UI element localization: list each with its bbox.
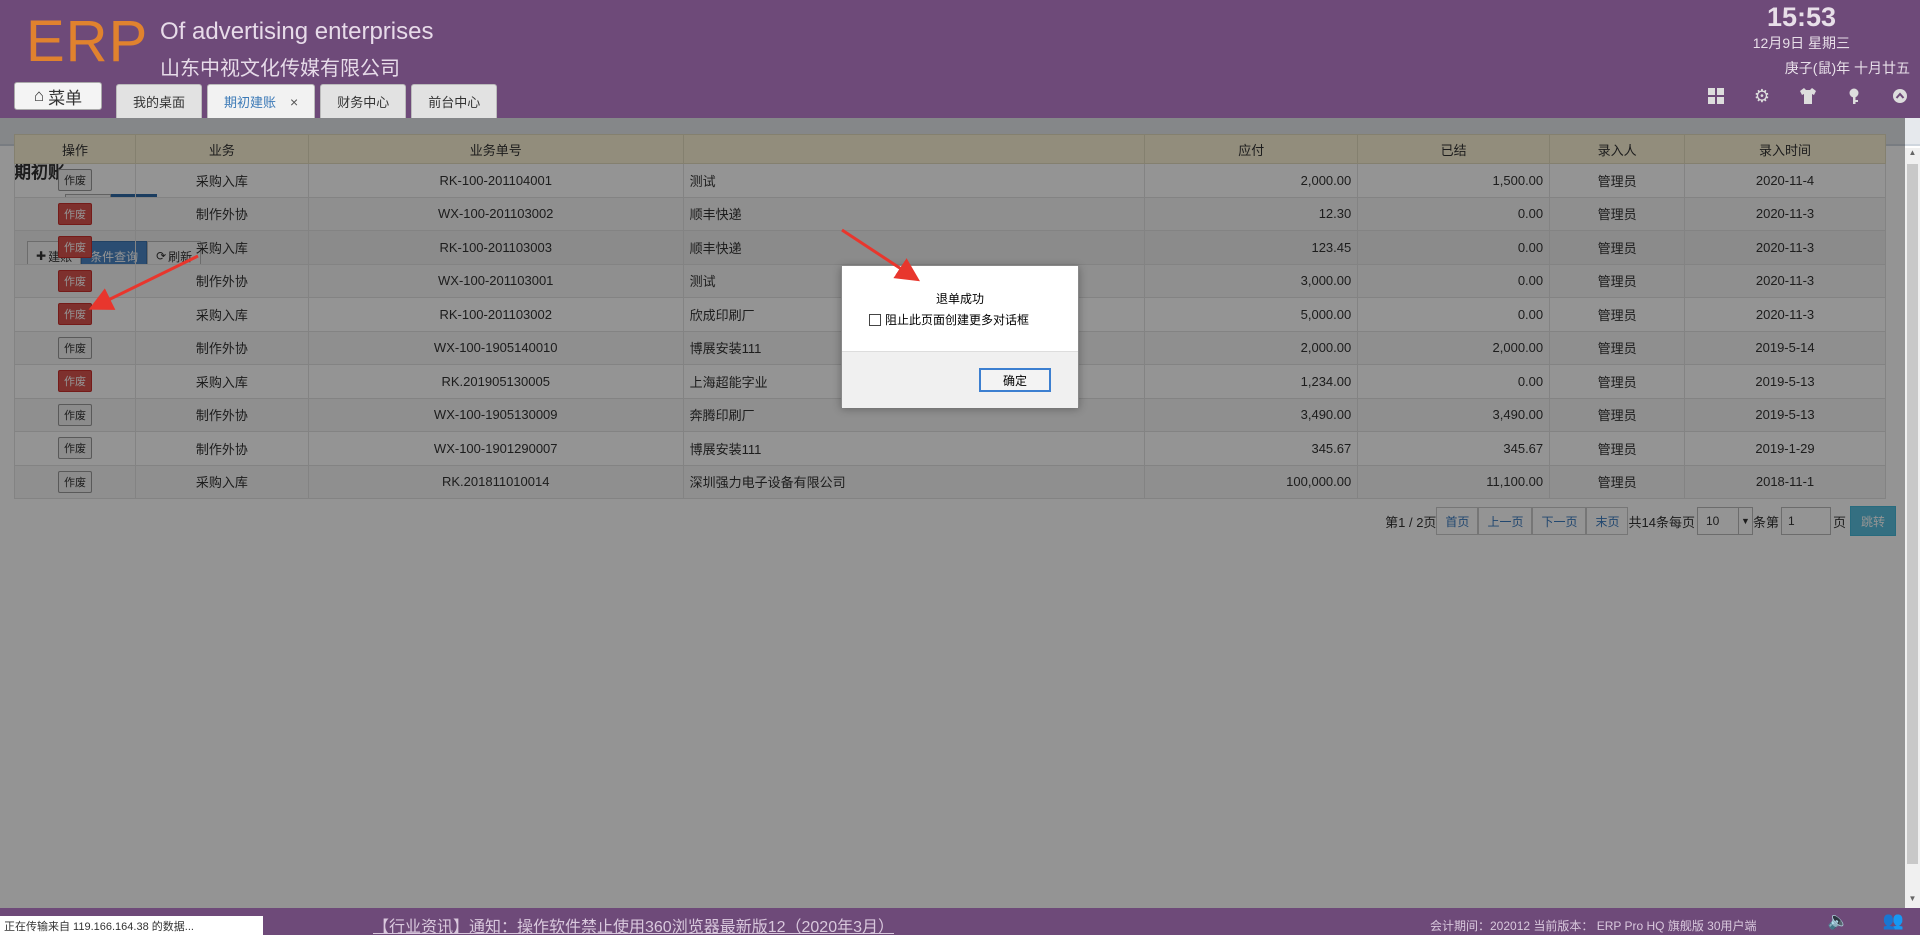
header-icons: ⚙: [1706, 86, 1910, 106]
menu-label: 菜单: [48, 88, 83, 108]
company-name-en: Of advertising enterprises: [160, 18, 434, 45]
tab-finance-center[interactable]: 财务中心: [320, 84, 407, 118]
users-icon[interactable]: 👥: [1883, 911, 1904, 931]
tab-label: 前台中心: [428, 95, 481, 110]
tab-label: 财务中心: [337, 95, 390, 110]
alert-dialog: 退单成功 阻止此页面创建更多对话框 确定: [841, 265, 1079, 408]
menu-button[interactable]: ⌂ 菜单: [14, 82, 102, 110]
clock-date: 12月9日 星期三: [1752, 35, 1850, 51]
suppress-dialogs-checkbox[interactable]: 阻止此页面创建更多对话框: [869, 311, 1029, 328]
vertical-scrollbar[interactable]: ▲ ▼: [1905, 148, 1920, 908]
home-icon: ⌂: [33, 86, 45, 105]
industry-notice-link[interactable]: 【行业资讯】通知：操作软件禁止使用360浏览器最新版12（2020年3月）: [373, 913, 894, 935]
tab-desktop[interactable]: 我的桌面: [116, 84, 203, 118]
lunar-date: 庚子(鼠)年 十月廿五: [1784, 60, 1910, 76]
checkbox-label: 阻止此页面创建更多对话框: [885, 313, 1030, 327]
speaker-icon[interactable]: 🔈: [1828, 911, 1849, 931]
key-icon[interactable]: [1844, 86, 1864, 106]
tab-label: 期初建账: [224, 95, 277, 110]
modal-overlay: [0, 118, 1905, 908]
checkbox-box[interactable]: [869, 313, 881, 326]
shirt-icon[interactable]: [1798, 86, 1818, 106]
footer-icons: 🔈 👥: [1828, 911, 1904, 931]
dialog-message: 退单成功: [935, 292, 984, 306]
clock-time: 15:53: [1766, 2, 1836, 32]
tab-opening-account[interactable]: 期初建账 ×: [207, 84, 316, 118]
collapse-up-icon[interactable]: [1890, 86, 1910, 106]
scroll-down-icon[interactable]: ▼: [1905, 894, 1920, 908]
account-period: 会计期间：202012 当前版本： ERP Pro HQ 旗舰版 30用户端: [1430, 919, 1757, 933]
gear-icon[interactable]: ⚙: [1752, 86, 1772, 106]
apps-grid-icon[interactable]: [1706, 86, 1726, 106]
dialog-footer: 确定: [842, 351, 1078, 408]
browser-status: 正在传输来自 119.166.164.38 的数据...: [0, 916, 263, 935]
scroll-thumb[interactable]: [1907, 164, 1918, 864]
close-icon[interactable]: ×: [290, 94, 298, 110]
ok-button[interactable]: 确定: [979, 368, 1051, 392]
tab-bar: 我的桌面 期初建账 × 财务中心 前台中心: [116, 84, 498, 118]
company-name-cn: 山东中视文化传媒有限公司: [160, 58, 400, 80]
tab-front-center[interactable]: 前台中心: [411, 84, 498, 118]
scroll-up-icon[interactable]: ▲: [1905, 148, 1920, 162]
tab-label: 我的桌面: [133, 95, 186, 110]
app-header: ERP Of advertising enterprises 山东中视文化传媒有…: [0, 0, 1920, 118]
erp-logo: ERP: [26, 9, 149, 74]
